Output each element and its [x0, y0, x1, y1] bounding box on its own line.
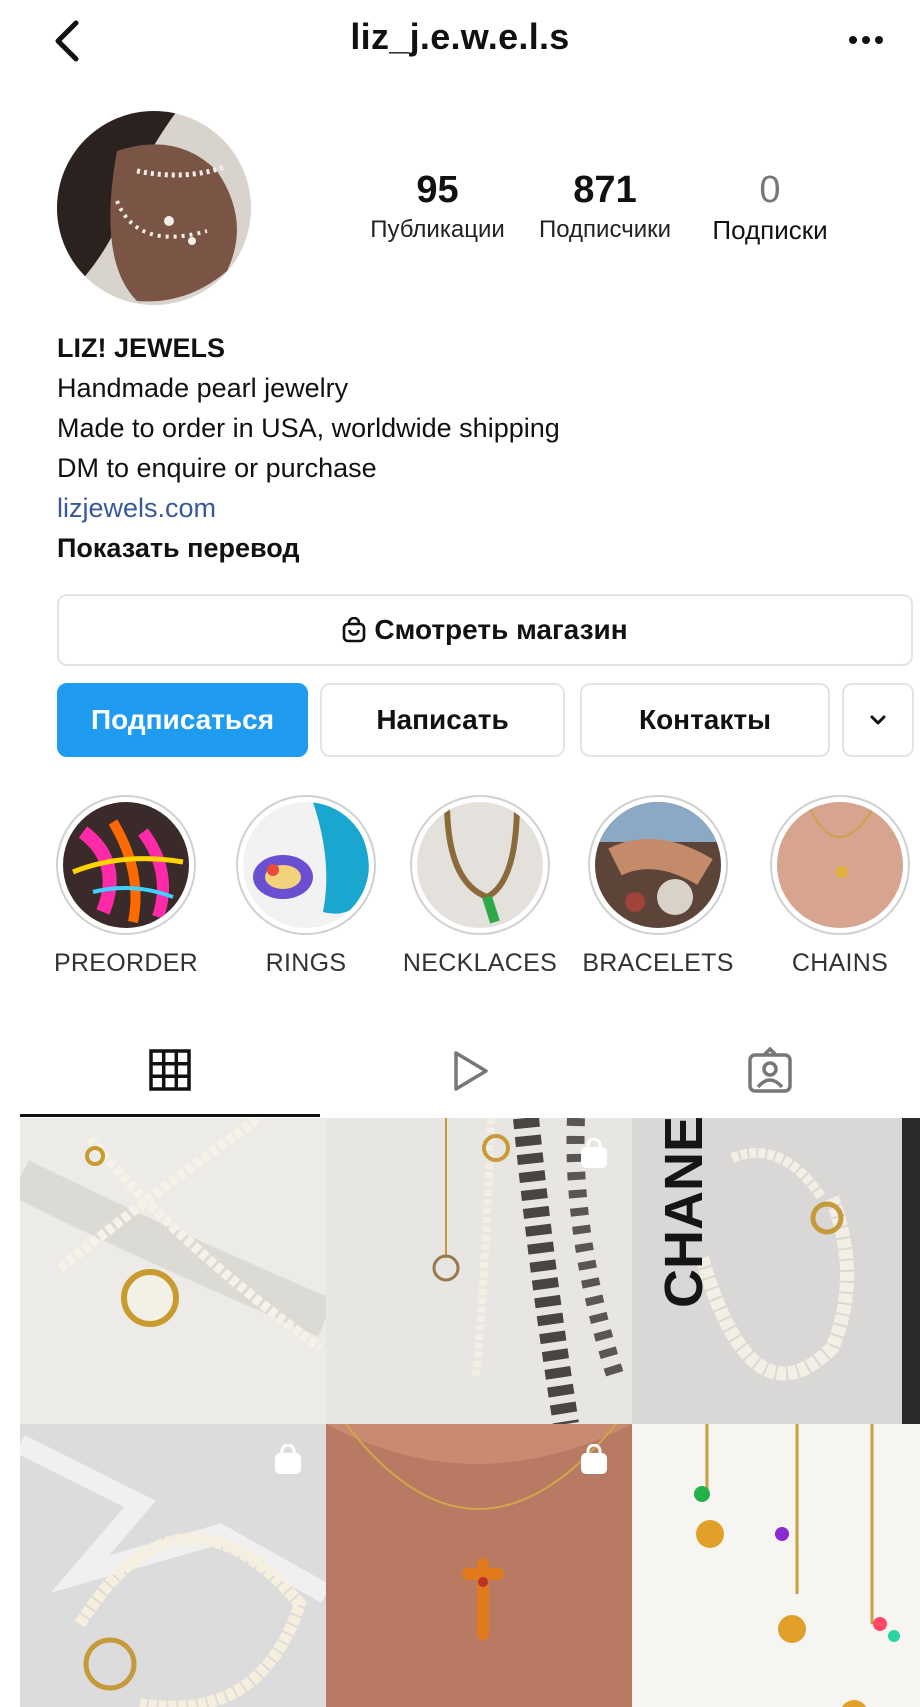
profile-username: liz_j.e.w.e.l.s	[350, 16, 570, 57]
highlight-rings[interactable]: RINGS	[226, 795, 386, 978]
story-highlights: PREORDER RINGS NECKLACES BRACELETS CHAIN…	[0, 795, 920, 985]
highlight-cover	[417, 802, 543, 928]
chevron-down-icon	[870, 715, 886, 725]
message-button[interactable]: Написать	[320, 683, 565, 757]
post-overlay-text: CHANEL	[654, 1118, 714, 1308]
tab-tagged[interactable]	[620, 1025, 920, 1117]
highlight-cover	[777, 802, 903, 928]
stat-posts[interactable]: 95 Публикации	[355, 170, 520, 244]
more-options-button[interactable]	[838, 20, 894, 60]
profile-actions: Подписаться Написать Контакты	[57, 683, 917, 757]
highlight-label: CHAINS	[791, 949, 889, 977]
highlight-necklaces[interactable]: NECKLACES	[400, 795, 560, 978]
shopping-bag-icon	[578, 1444, 610, 1476]
highlight-bracelets[interactable]: BRACELETS	[578, 795, 738, 978]
view-shop-button[interactable]: Смотреть магазин	[57, 594, 913, 666]
suggestions-dropdown-button[interactable]	[842, 683, 914, 757]
stat-following[interactable]: 0 Подписки	[690, 170, 850, 244]
profile-tabs	[20, 1025, 920, 1117]
following-label: Подписки	[712, 215, 828, 245]
profile-avatar[interactable]	[57, 111, 251, 305]
highlight-cover	[63, 802, 189, 928]
posts-label: Публикации	[370, 216, 505, 243]
followers-label: Подписчики	[538, 216, 672, 243]
post-thumbnail[interactable]	[20, 1424, 326, 1707]
profile-name: LIZ! JEWELS	[57, 333, 225, 363]
highlight-chains[interactable]: CHAINS	[760, 795, 920, 978]
post-thumbnail[interactable]	[20, 1118, 326, 1424]
tab-grid[interactable]	[20, 1025, 320, 1117]
profile-bio: LIZ! JEWELS Handmade pearl jewelry Made …	[57, 328, 877, 568]
profile-stats: 95 Публикации 871 Подписчики 0 Подписки	[355, 170, 895, 244]
tagged-person-icon	[748, 1047, 792, 1093]
bio-line: DM to enquire or purchase	[57, 453, 377, 483]
grid-icon	[149, 1048, 191, 1091]
post-thumbnail[interactable]	[632, 1424, 920, 1707]
stat-followers[interactable]: 871 Подписчики	[520, 170, 690, 244]
ellipsis-icon	[849, 36, 883, 44]
following-count: 0	[759, 169, 781, 211]
post-thumbnail[interactable]	[326, 1118, 632, 1424]
play-icon	[454, 1051, 488, 1091]
highlight-cover	[243, 802, 369, 928]
followers-count: 871	[573, 169, 637, 211]
bio-line: Made to order in USA, worldwide shipping	[57, 413, 560, 443]
highlight-preorder[interactable]: PREORDER	[46, 795, 206, 978]
tab-reels[interactable]	[320, 1025, 620, 1117]
highlight-label: BRACELETS	[582, 949, 734, 977]
highlight-label: NECKLACES	[402, 949, 558, 977]
post-thumbnail[interactable]	[326, 1424, 632, 1707]
show-translation-link[interactable]: Показать перевод	[57, 528, 877, 568]
contacts-button[interactable]: Контакты	[580, 683, 830, 757]
posts-count: 95	[416, 169, 459, 211]
shopping-bag-icon	[342, 617, 366, 643]
highlight-label: PREORDER	[53, 949, 199, 977]
bio-link[interactable]: lizjewels.com	[57, 488, 877, 528]
highlight-cover	[595, 802, 721, 928]
shopping-bag-icon	[578, 1138, 610, 1170]
shopping-bag-icon	[272, 1444, 304, 1476]
bio-line: Handmade pearl jewelry	[57, 373, 349, 403]
follow-button[interactable]: Подписаться	[57, 683, 308, 757]
highlight-label: RINGS	[265, 949, 347, 977]
post-thumbnail[interactable]: CHANEL	[632, 1118, 920, 1424]
view-shop-label: Смотреть магазин	[374, 614, 628, 645]
posts-grid: CHANEL	[20, 1118, 920, 1707]
top-bar: liz_j.e.w.e.l.s	[0, 0, 920, 80]
